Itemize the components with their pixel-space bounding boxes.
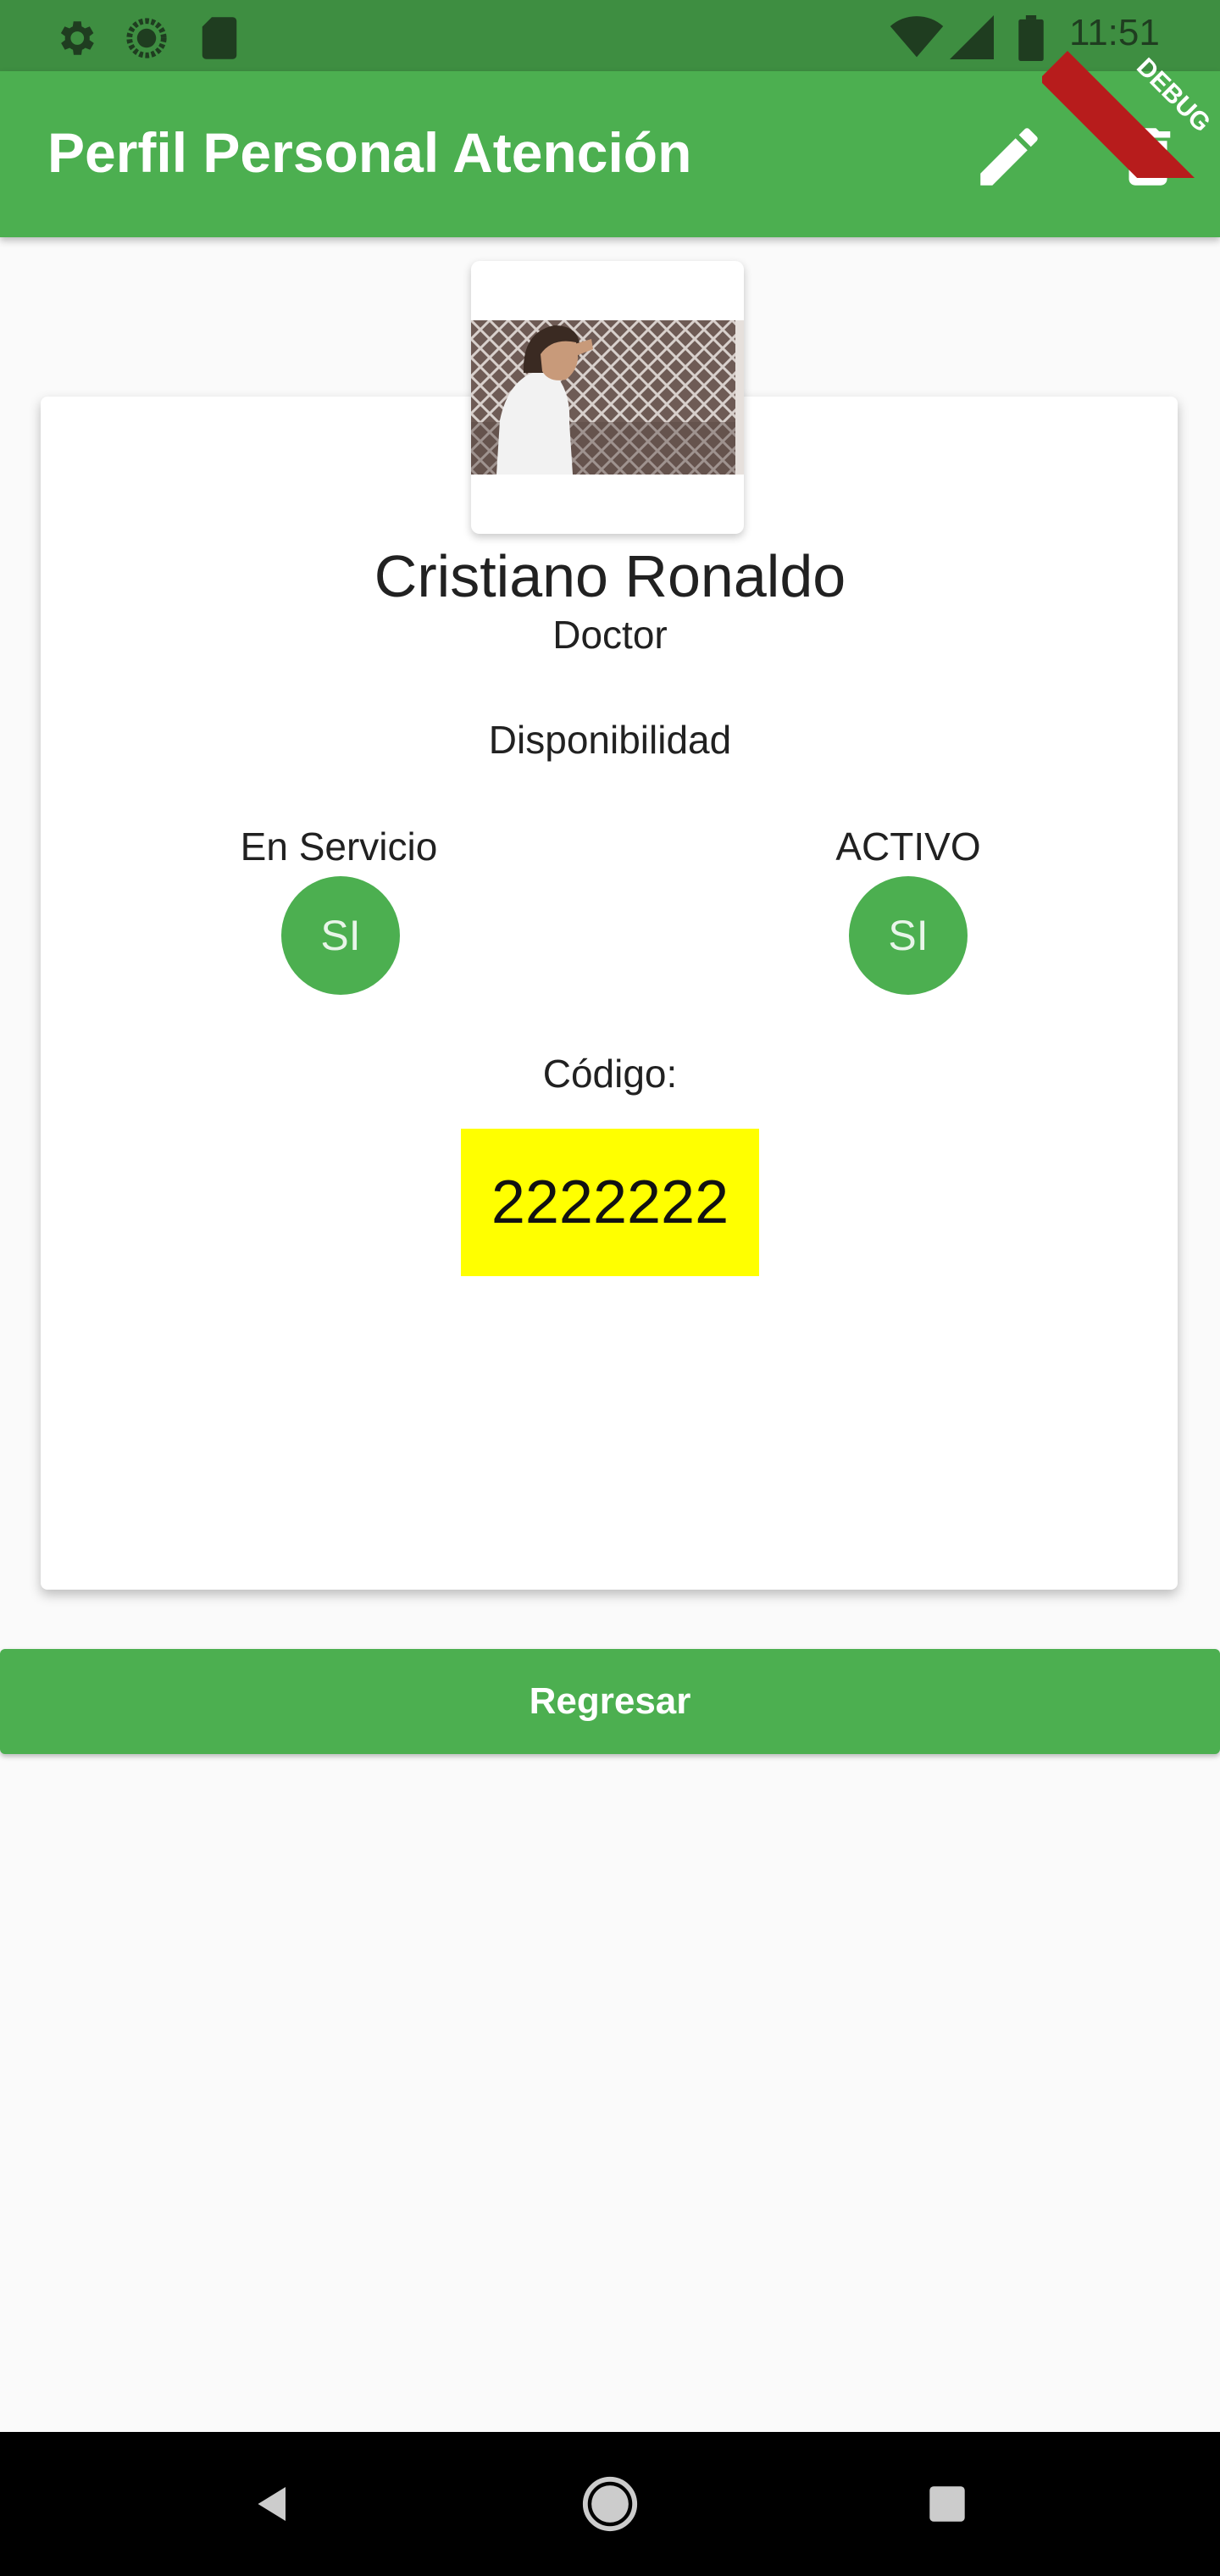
- code-label: Código:: [542, 1052, 678, 1096]
- sync-icon: [126, 18, 167, 58]
- navigation-bar: [0, 2432, 1220, 2576]
- code-value: 2222222: [461, 1129, 759, 1276]
- in-service-label: En Servicio: [240, 824, 438, 869]
- edit-icon[interactable]: [971, 119, 1047, 195]
- back-button[interactable]: Regresar: [0, 1649, 1220, 1754]
- home-icon[interactable]: [566, 2432, 654, 2576]
- profile-photo-frame: [471, 261, 744, 534]
- page-title: Perfil Personal Atención: [47, 121, 692, 184]
- availability-label: Disponibilidad: [488, 718, 732, 762]
- profile-name: Cristiano Ronaldo: [374, 543, 846, 609]
- active-label: ACTIVO: [835, 824, 981, 869]
- active-status: SI: [849, 876, 968, 995]
- profile-role: Doctor: [552, 613, 668, 657]
- status-bar: 11:51: [0, 0, 1220, 71]
- in-service-status: SI: [281, 876, 400, 995]
- profile-photo: [471, 320, 744, 475]
- sd-card-icon: [202, 17, 237, 59]
- app-bar: Perfil Personal Atención: [0, 71, 1220, 237]
- debug-banner: DEBUG: [1042, 0, 1220, 178]
- back-icon[interactable]: [229, 2432, 317, 2576]
- recents-icon[interactable]: [903, 2432, 991, 2576]
- battery-icon: [1018, 15, 1044, 61]
- signal-icon: [950, 15, 994, 59]
- wifi-icon: [890, 16, 944, 58]
- settings-icon: [60, 21, 94, 55]
